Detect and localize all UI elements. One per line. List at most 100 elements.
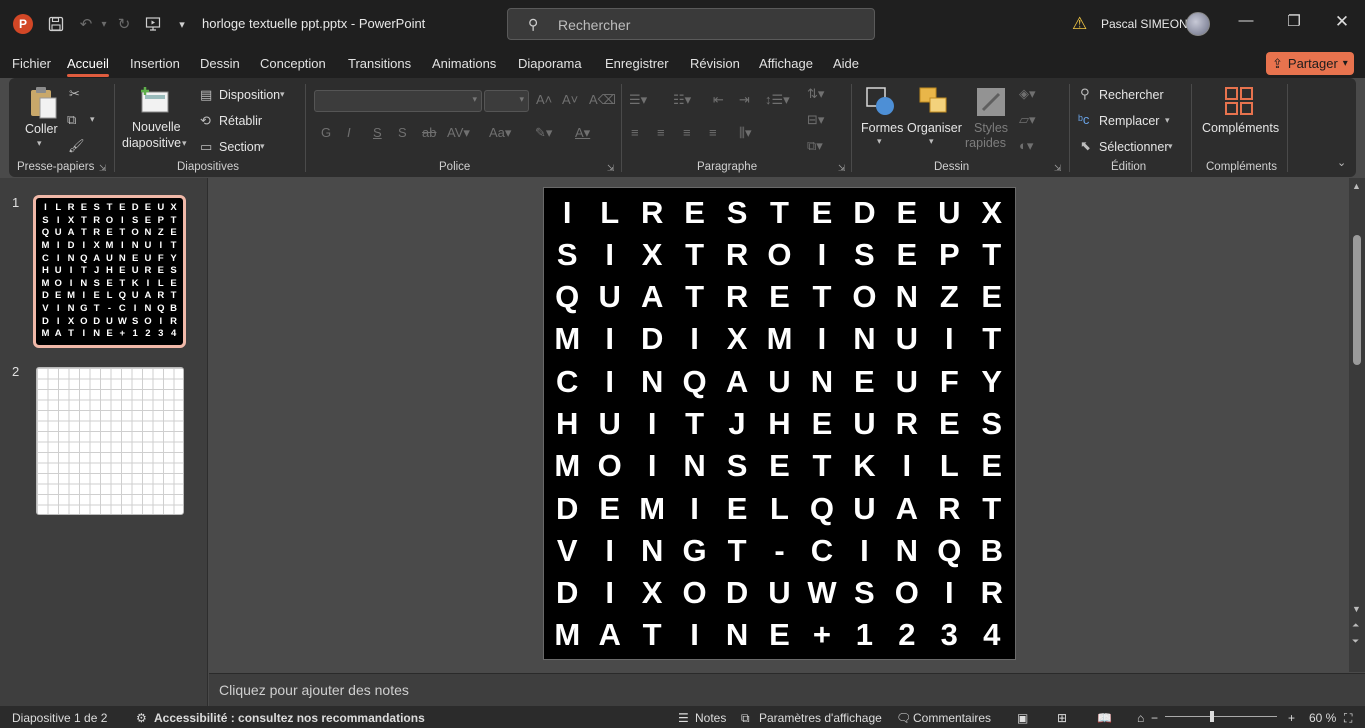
reset-button[interactable]: Rétablir [219, 114, 262, 128]
restore-icon[interactable]: ❐ [1284, 12, 1304, 36]
strikethrough-icon[interactable]: ab [422, 125, 436, 140]
cut-icon[interactable]: ✂ [69, 86, 80, 102]
user-name[interactable]: Pascal SIMEON [1101, 17, 1188, 31]
new-slide-label-1[interactable]: Nouvelle [132, 120, 181, 134]
format-painter-icon[interactable]: 🖌 [68, 138, 85, 154]
reading-view-icon[interactable]: 📖 [1097, 711, 1112, 725]
scroll-up-icon[interactable]: ▲ [1352, 181, 1361, 191]
addins-button[interactable]: Compléments [1202, 121, 1279, 135]
change-case-icon[interactable]: Aa▾ [489, 125, 511, 141]
notes-pane[interactable]: Cliquez pour ajouter des notes [209, 673, 1365, 706]
shape-fill-icon[interactable]: ◈▾ [1019, 86, 1036, 102]
tab-enregistrer[interactable]: Enregistrer [605, 56, 669, 71]
tab-animations[interactable]: Animations [432, 56, 496, 71]
align-left-icon[interactable]: ≡ [631, 125, 639, 140]
display-settings-button[interactable]: Paramètres d'affichage [759, 711, 882, 725]
drawing-launcher-icon[interactable]: ⇲ [1054, 163, 1062, 174]
select-button[interactable]: Sélectionner [1099, 140, 1169, 154]
grow-font-icon[interactable]: A˄ [536, 92, 552, 107]
tab-fichier[interactable]: Fichier [12, 56, 51, 71]
copy-chevron-icon[interactable]: ▾ [90, 114, 95, 125]
select-icon[interactable]: ⬉ [1080, 138, 1091, 154]
warning-icon[interactable]: ⚠ [1072, 14, 1087, 34]
notes-button[interactable]: Notes [695, 711, 726, 725]
quick-styles-label-1[interactable]: Styles [974, 121, 1008, 135]
align-right-icon[interactable]: ≡ [683, 125, 691, 140]
italic-button[interactable]: I [347, 125, 351, 140]
redo-icon[interactable]: ↻ [114, 14, 134, 34]
increase-indent-icon[interactable]: ⇥ [739, 92, 750, 108]
quick-styles-label-2[interactable]: rapides [965, 136, 1006, 150]
find-icon[interactable]: ⚲ [1080, 86, 1090, 102]
line-spacing-icon[interactable]: ↕☰▾ [765, 92, 790, 108]
save-icon[interactable] [46, 14, 66, 34]
new-slide-chevron-icon[interactable]: ▾ [182, 138, 187, 149]
present-from-start-icon[interactable] [143, 14, 163, 34]
smartart-icon[interactable]: ⧉▾ [807, 138, 823, 154]
tab-transitions[interactable]: Transitions [348, 56, 411, 71]
font-family-select[interactable]: ▾ [314, 90, 482, 112]
slideshow-icon[interactable]: ⌂ [1137, 711, 1144, 725]
tab-insertion[interactable]: Insertion [130, 56, 180, 71]
clipboard-launcher-icon[interactable]: ⇲ [99, 163, 107, 174]
zoom-level[interactable]: 60 % [1309, 711, 1336, 725]
replace-chevron-icon[interactable]: ▾ [1165, 115, 1170, 126]
tab-aide[interactable]: Aide [833, 56, 859, 71]
comments-icon[interactable]: 🗨 [896, 711, 911, 725]
tab-conception[interactable]: Conception [260, 56, 326, 71]
align-text-icon[interactable]: ⊟▾ [807, 112, 824, 128]
justify-icon[interactable]: ≡ [709, 125, 717, 140]
zoom-slider[interactable] [1165, 716, 1277, 717]
section-icon[interactable]: ▭ [200, 139, 212, 155]
vertical-scrollbar[interactable]: ▲ ▼ ⏶ ⏷ [1349, 178, 1365, 672]
underline-button[interactable]: S [373, 125, 382, 140]
select-chevron-icon[interactable]: ▾ [1168, 141, 1173, 152]
clear-format-icon[interactable]: A⌫ [589, 92, 616, 108]
close-icon[interactable]: ✕ [1332, 12, 1352, 36]
paste-button[interactable]: Coller [25, 122, 58, 136]
highlight-icon[interactable]: ✎▾ [535, 125, 552, 141]
section-chevron-icon[interactable]: ▾ [260, 141, 265, 152]
avatar[interactable] [1186, 12, 1210, 36]
shapes-button[interactable]: Formes [861, 121, 903, 135]
display-settings-icon[interactable]: ⧉ [741, 711, 750, 726]
slide-thumbnail-2[interactable] [36, 367, 184, 515]
arrange-icon[interactable] [918, 86, 950, 118]
shapes-chevron-icon[interactable]: ▾ [877, 136, 882, 147]
shadow-button[interactable]: S [398, 125, 407, 140]
text-direction-icon[interactable]: ⇅▾ [807, 86, 824, 102]
customize-toolbar-icon[interactable]: ▾ [172, 14, 192, 34]
font-launcher-icon[interactable]: ⇲ [607, 163, 615, 174]
align-center-icon[interactable]: ≡ [657, 125, 665, 140]
slide-sorter-icon[interactable]: ⊞ [1057, 711, 1067, 725]
search-box[interactable]: ⚲ Rechercher [507, 8, 875, 40]
share-button[interactable]: ⇪ Partager ▾ [1266, 52, 1354, 75]
minimize-icon[interactable]: — [1236, 12, 1256, 36]
replace-button[interactable]: Remplacer [1099, 114, 1159, 128]
scrollbar-thumb[interactable] [1353, 235, 1361, 365]
find-button[interactable]: Rechercher [1099, 88, 1164, 102]
current-slide[interactable]: ILRESTEDEUXSIXTROISEPTQUATRETONZEMIDIXMI… [543, 187, 1016, 660]
undo-icon[interactable]: ↶ [76, 14, 96, 34]
new-slide-label-2[interactable]: diapositive [122, 136, 181, 150]
undo-dropdown-icon[interactable]: ▾ [94, 14, 114, 34]
numbering-icon[interactable]: ☷▾ [673, 92, 691, 108]
reset-icon[interactable]: ⟲ [200, 113, 211, 129]
shape-effects-icon[interactable]: ◐▾ [1019, 138, 1033, 154]
layout-icon[interactable]: ▤ [200, 87, 212, 103]
scroll-down-icon[interactable]: ▼ [1352, 604, 1361, 614]
normal-view-icon[interactable]: ▣ [1017, 711, 1028, 725]
paragraph-launcher-icon[interactable]: ⇲ [838, 163, 846, 174]
font-color-icon[interactable]: A▾ [575, 125, 590, 141]
shrink-font-icon[interactable]: A˅ [562, 92, 578, 107]
bullets-icon[interactable]: ☰▾ [629, 92, 647, 108]
quick-styles-icon[interactable] [975, 86, 1007, 118]
previous-slide-icon[interactable]: ⏶ [1352, 620, 1359, 631]
columns-icon[interactable]: ⫼▾ [739, 125, 752, 141]
slide-thumbnail-1[interactable]: ILRESTEDEUXSIXTROISEPTQUATRETONZEMIDIXMI… [33, 195, 186, 348]
section-button[interactable]: Section [219, 140, 261, 154]
arrange-chevron-icon[interactable]: ▾ [929, 136, 934, 147]
shape-outline-icon[interactable]: ▱▾ [1019, 112, 1036, 128]
fit-to-window-icon[interactable]: ⛶ [1344, 711, 1352, 726]
bold-button[interactable]: G [321, 125, 331, 140]
